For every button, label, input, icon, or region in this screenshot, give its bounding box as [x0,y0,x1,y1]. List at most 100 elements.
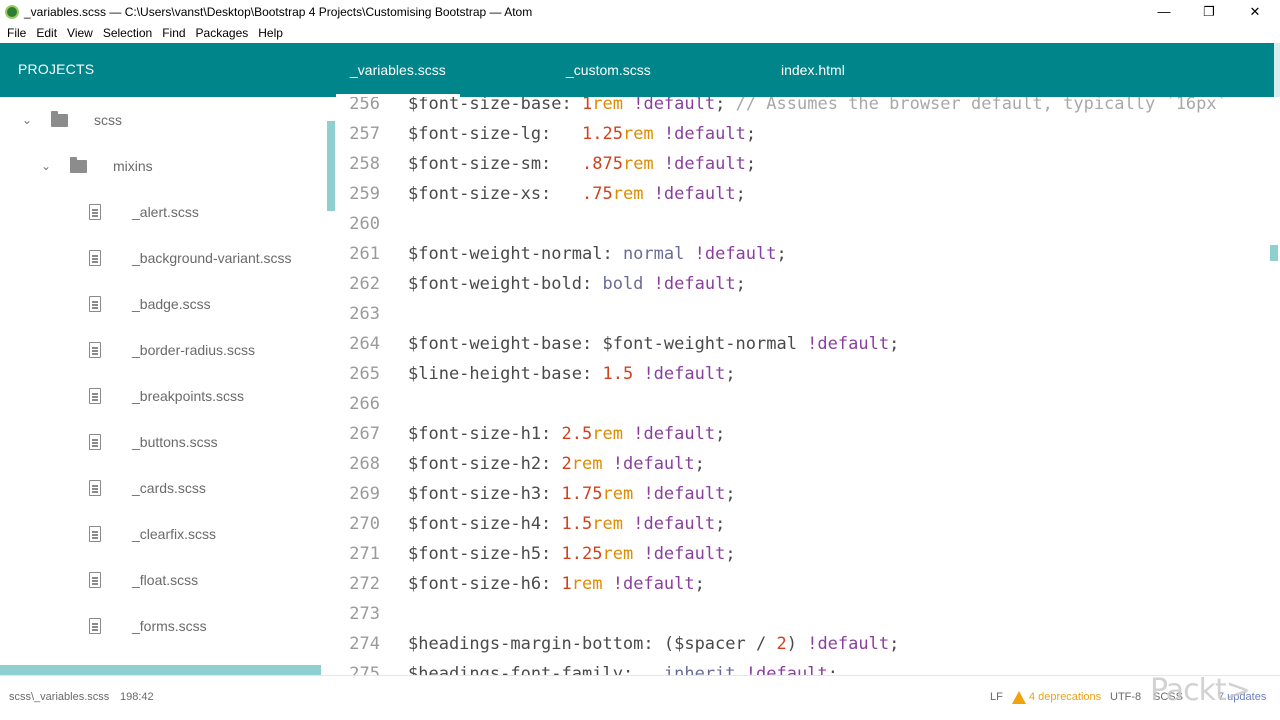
menu-packages[interactable]: Packages [191,23,254,43]
code-token: ; [889,334,900,354]
code-line[interactable]: 256 $font-size-base: 1rem !default; // As… [336,97,1280,119]
tree-file-item[interactable]: _border-radius.scss [0,327,320,373]
tree-file-item[interactable]: _breakpoints.scss [0,373,320,419]
tree-file-label: _float.scss [132,572,199,588]
menu-file[interactable]: File [2,23,31,43]
code-line[interactable]: 257 $font-size-lg: 1.25rem !default; [336,119,1280,149]
code-line[interactable]: 264 $font-weight-base: $font-weight-norma… [336,329,1280,359]
code-line[interactable]: 266 [336,389,1280,419]
file-icon [89,342,101,358]
code-token: // Assumes the browser default, typicall… [735,97,1227,114]
tree-vertical-scrollbar[interactable] [327,121,335,211]
tree-file-item[interactable]: _clearfix.scss [0,511,320,557]
menu-view[interactable]: View [62,23,98,43]
code-token: 2.5 [561,424,593,444]
code-token: $font-weight-bold: [408,274,603,294]
file-icon [89,618,101,634]
code-line[interactable]: 262 $font-weight-bold: bold !default; [336,269,1280,299]
tree-folder-mixins[interactable]: ⌄ mixins [0,143,320,189]
code-line[interactable]: 265 $line-height-base: 1.5 !default; [336,359,1280,389]
menu-edit[interactable]: Edit [31,23,62,43]
tab-index-html[interactable]: index.html [767,43,859,97]
status-deprecations[interactable]: 4 deprecations [1029,691,1101,703]
code-token: ; [735,274,746,294]
tree-file-item[interactable]: _alert.scss [0,189,320,235]
code-text: $font-size-h4: 1.5rem !default; [408,509,725,539]
tree-file-item[interactable]: _cards.scss [0,465,320,511]
code-token: !default [745,664,828,675]
file-icon [89,388,101,404]
tree-horizontal-scrollbar[interactable] [0,665,321,675]
close-button[interactable]: ✕ [1232,0,1278,23]
tree-folder-scss[interactable]: ⌄ scss [0,97,320,143]
file-icon [89,204,101,220]
code-editor[interactable]: 256 $font-size-base: 1rem !default; // As… [336,97,1280,675]
code-token: ; [889,634,900,654]
code-line[interactable]: 261 $font-weight-normal: normal !default; [336,239,1280,269]
code-text: $line-height-base: 1.5 !default; [408,359,736,389]
code-token: $headings-margin-bottom: ($spacer / [408,634,777,654]
menu-find[interactable]: Find [157,23,190,43]
menu-selection[interactable]: Selection [98,23,157,43]
code-token: !default [643,544,726,564]
code-line[interactable]: 267 $font-size-h1: 2.5rem !default; [336,419,1280,449]
code-line[interactable]: 263 [336,299,1280,329]
code-token: 1 [561,574,572,594]
line-number: 256 [349,97,380,114]
status-cursor-position[interactable]: 198:42 [120,691,154,703]
tab-bar-scrollbar[interactable] [1274,43,1280,97]
code-line[interactable]: 274 $headings-margin-bottom: ($spacer / 2… [336,629,1280,659]
code-line[interactable]: 268 $font-size-h2: 2rem !default; [336,449,1280,479]
code-line[interactable]: 270 $font-size-h4: 1.5rem !default; [336,509,1280,539]
code-line[interactable]: 258 $font-size-sm: .875rem !default; [336,149,1280,179]
code-token: 1.25 [582,124,623,144]
status-file-path[interactable]: scss\_variables.scss [9,691,109,703]
tree-file-item[interactable]: _float.scss [0,557,320,603]
code-line[interactable]: 260 [336,209,1280,239]
code-token: !default [633,424,716,444]
minimize-button[interactable]: — [1141,0,1187,23]
code-line[interactable]: 269 $font-size-h3: 1.75rem !default; [336,479,1280,509]
file-icon [89,526,101,542]
maximize-button[interactable]: ❐ [1186,0,1232,23]
code-token: rem [571,454,603,474]
code-text: $font-weight-normal: normal !default; [408,239,787,269]
code-token: $font-size-xs: [408,184,582,204]
tree-file-label: _clearfix.scss [132,526,217,542]
code-token: $font-size-h5: [408,544,562,564]
tab-custom-scss[interactable]: _custom.scss [552,43,665,97]
status-line-ending[interactable]: LF [990,691,1003,703]
code-token: !default [643,484,726,504]
code-token: ; [715,97,736,114]
tree-file-item[interactable]: _background-variant.scss [0,235,320,281]
code-token: ; [725,544,736,564]
code-token: normal [622,244,685,264]
code-text: $font-size-h2: 2rem !default; [408,449,705,479]
code-line[interactable]: 275 $headings-font-family: inherit !defau… [336,659,1280,675]
code-line[interactable]: 273 [336,599,1280,629]
code-line[interactable]: 271 $font-size-h5: 1.25rem !default; [336,539,1280,569]
file-icon [89,296,101,312]
code-token: !default [633,97,716,114]
code-token: !default [663,154,746,174]
code-text: $font-weight-base: $font-weight-normal !… [408,329,899,359]
tree-file-item[interactable]: _forms.scss [0,603,320,649]
code-token: 2 [776,634,787,654]
status-encoding[interactable]: UTF-8 [1110,691,1141,703]
menu-help[interactable]: Help [253,23,288,43]
tree-file-item[interactable]: _buttons.scss [0,419,320,465]
tree-file-label: _forms.scss [132,618,207,634]
tree-folder-label: scss [94,112,122,128]
chevron-down-icon[interactable]: ⌄ [41,159,51,173]
code-line[interactable]: 259 $font-size-xs: .75rem !default; [336,179,1280,209]
packt-watermark-logo: Packt> [1150,673,1251,708]
code-line[interactable]: 272 $font-size-h6: 1rem !default; [336,569,1280,599]
chevron-down-icon[interactable]: ⌄ [22,113,32,127]
tree-file-item[interactable]: _badge.scss [0,281,320,327]
tab-variables-scss[interactable]: _variables.scss [336,43,460,97]
